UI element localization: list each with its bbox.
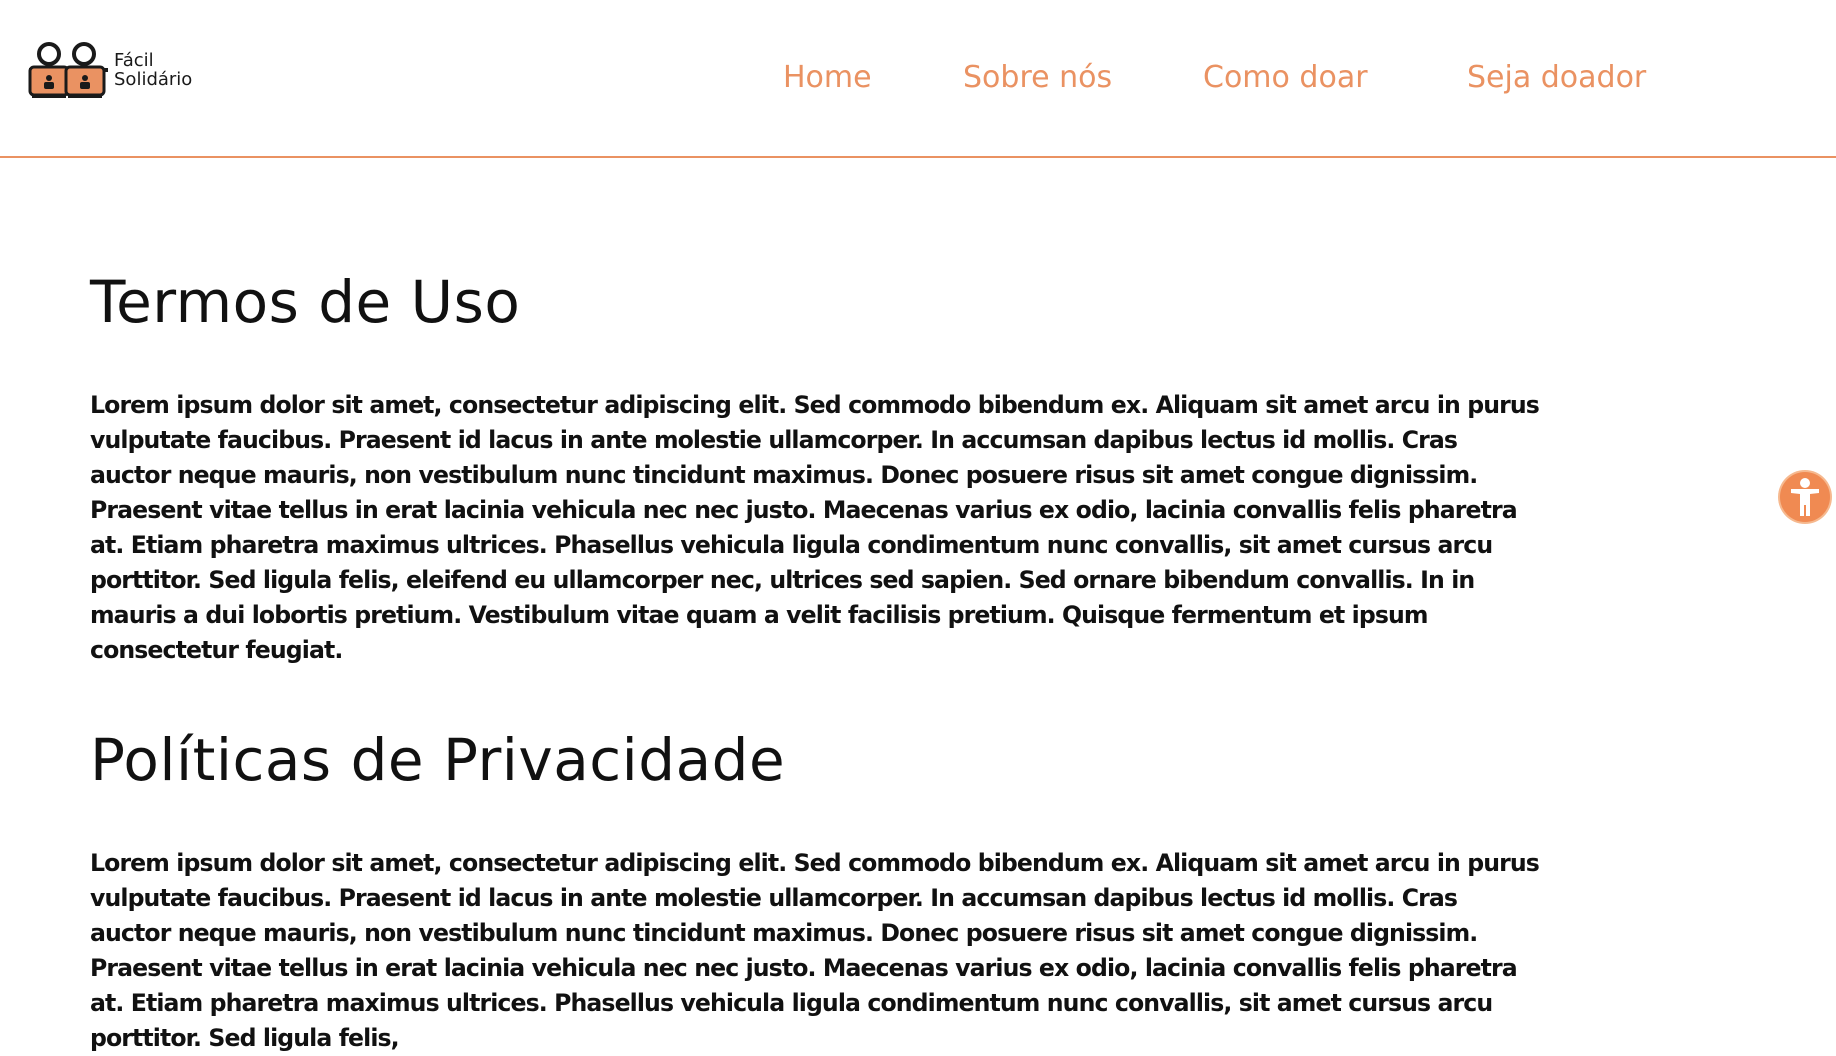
accessibility-icon [1780,472,1830,522]
nav-home[interactable]: Home [783,58,872,98]
nav-sobre-nos[interactable]: Sobre nós [963,58,1112,98]
nav-como-doar[interactable]: Como doar [1203,58,1368,98]
terms-body: Lorem ipsum dolor sit amet, consectetur … [90,391,1540,664]
terms-title: Termos de Uso [90,268,521,336]
main-content: Termos de Uso Lorem ipsum dolor sit amet… [90,262,1540,1056]
privacy-section: Políticas de Privacidade Lorem ipsum dol… [90,720,1540,1056]
site-header: Fácil Solidário Home Sobre nós Como doar… [0,0,1836,158]
accessibility-button[interactable] [1780,472,1830,522]
privacy-body: Lorem ipsum dolor sit amet, consectetur … [90,849,1540,1052]
main-nav: Home Sobre nós Como doar Seja doador [0,58,1836,98]
privacy-title: Políticas de Privacidade [90,726,786,794]
nav-seja-doador[interactable]: Seja doador [1467,58,1646,98]
terms-section: Termos de Uso Lorem ipsum dolor sit amet… [90,262,1540,668]
